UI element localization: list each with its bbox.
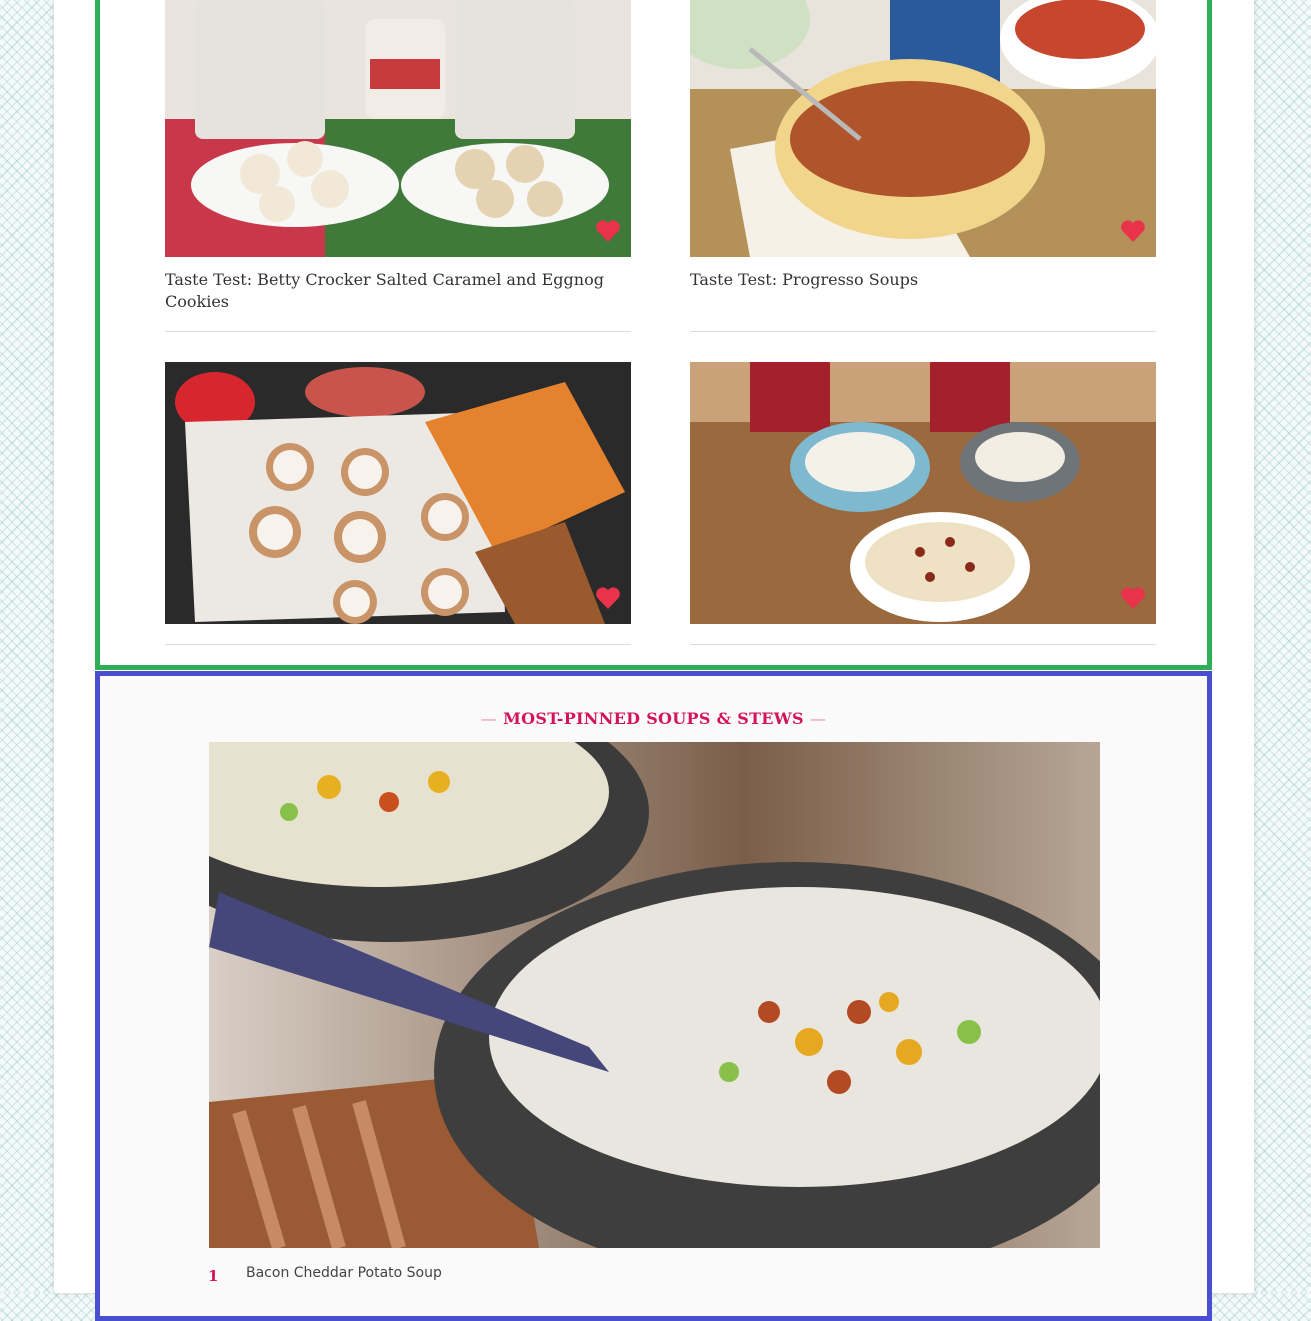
article-image-cookies[interactable] — [165, 0, 631, 257]
rank-number: 1 — [208, 1267, 219, 1285]
most-pinned-section: — MOST-PINNED SOUPS & STEWS — 1 Bacon Ch… — [95, 671, 1212, 1321]
divider — [165, 644, 631, 645]
page-content: Taste Test: Betty Crocker Salted Caramel… — [54, 0, 1254, 1321]
article-title[interactable]: Taste Test: Progresso Soups — [690, 269, 1150, 291]
heart-icon[interactable] — [1120, 586, 1146, 610]
divider — [690, 644, 1156, 645]
heart-icon[interactable] — [1120, 219, 1146, 243]
divider — [690, 331, 1156, 332]
recent-articles-section: Taste Test: Betty Crocker Salted Caramel… — [95, 0, 1212, 670]
recipe-link[interactable]: Bacon Cheddar Potato Soup — [246, 1265, 442, 1281]
heading-dash: — — [480, 709, 498, 728]
divider — [165, 331, 631, 332]
heading-dash: — — [809, 709, 827, 728]
heading-text: MOST-PINNED SOUPS & STEWS — [503, 709, 804, 728]
section-heading: — MOST-PINNED SOUPS & STEWS — — [100, 709, 1207, 728]
article-image-pumpkin-cookies[interactable] — [165, 362, 631, 624]
heart-icon[interactable] — [595, 586, 621, 610]
article-image-soup[interactable] — [690, 0, 1156, 257]
article-title[interactable]: Taste Test: Betty Crocker Salted Caramel… — [165, 269, 625, 313]
heart-icon[interactable] — [595, 219, 621, 243]
article-image-mashed-potatoes[interactable] — [690, 362, 1156, 624]
hero-image-soup[interactable] — [209, 742, 1100, 1248]
